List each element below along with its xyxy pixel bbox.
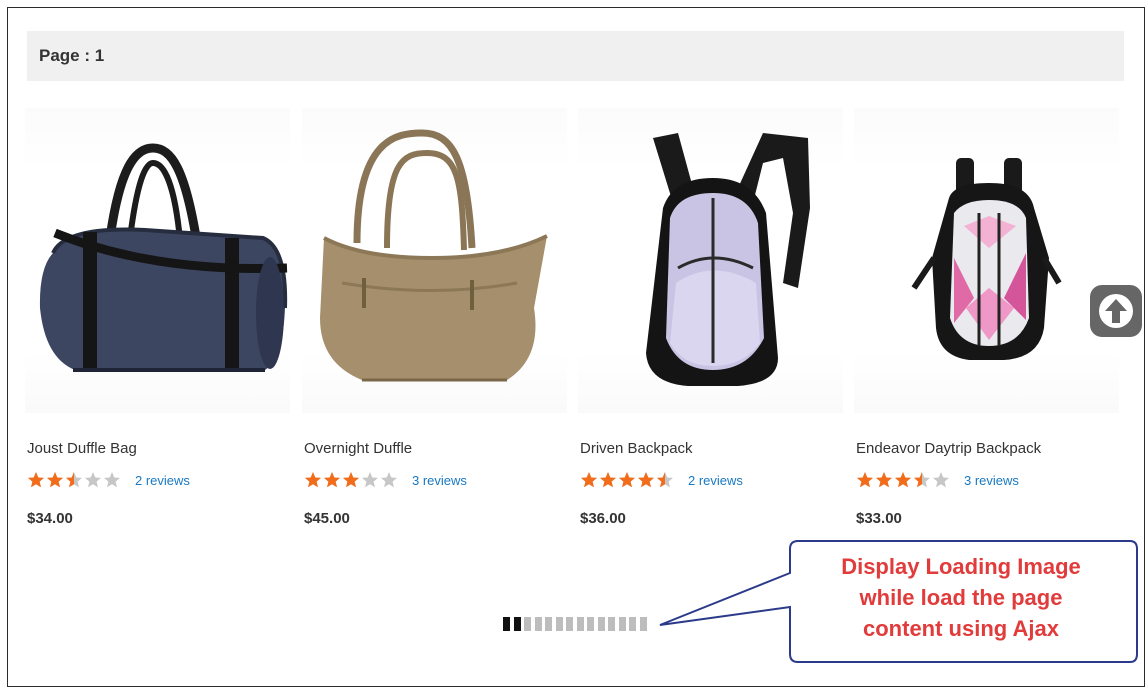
product-price: $34.00 <box>27 510 73 527</box>
loader-segment <box>513 617 521 631</box>
product-image-pink-backpack[interactable] <box>854 108 1119 413</box>
loader-segment <box>524 617 531 631</box>
reviews-link[interactable]: 2 reviews <box>135 473 190 488</box>
star-icon <box>638 472 654 488</box>
reviews-link[interactable]: 3 reviews <box>964 473 1019 488</box>
reviews-link[interactable]: 2 reviews <box>688 473 743 488</box>
star-icon <box>381 472 397 488</box>
product-image-tan-tote-bag[interactable] <box>302 108 567 413</box>
star-icon <box>581 472 597 488</box>
star-icon <box>895 472 911 488</box>
star-icon <box>362 472 378 488</box>
star-icon <box>104 472 120 488</box>
reviews-link[interactable]: 3 reviews <box>412 473 467 488</box>
loader-segment <box>555 617 563 631</box>
loader-segment <box>587 617 594 631</box>
loader-segment <box>503 617 510 631</box>
star-icon <box>657 472 673 488</box>
star-icon <box>324 472 340 488</box>
product-image-lavender-backpack[interactable] <box>578 108 843 413</box>
star-icon <box>28 472 44 488</box>
callout-text: Display Loading Image while load the pag… <box>785 541 1137 661</box>
loader-segment <box>534 617 542 631</box>
loader-segment <box>576 617 584 631</box>
product-image-duffle-bag[interactable] <box>25 108 290 413</box>
star-icon <box>343 472 359 488</box>
loader-segment <box>618 617 626 631</box>
product-name[interactable]: Overnight Duffle <box>304 440 412 457</box>
star-icon <box>66 472 82 488</box>
star-icon <box>47 472 63 488</box>
star-icon <box>305 472 321 488</box>
ajax-loading-indicator <box>503 617 653 631</box>
star-icon <box>857 472 873 488</box>
loader-segment <box>629 617 636 631</box>
scroll-to-top-button[interactable] <box>1090 285 1142 337</box>
product-price: $33.00 <box>856 510 902 527</box>
product-name[interactable]: Joust Duffle Bag <box>27 440 137 457</box>
loader-segment <box>597 617 605 631</box>
product-name[interactable]: Driven Backpack <box>580 440 693 457</box>
loader-segment <box>566 617 573 631</box>
product-grid: Joust Duffle Bag 2 reviews $34.00 Overni… <box>25 108 1125 528</box>
arrow-up-circle-icon <box>1099 294 1133 328</box>
callout-line: Display Loading Image <box>841 554 1081 579</box>
product-name[interactable]: Endeavor Daytrip Backpack <box>856 440 1041 457</box>
loader-segment <box>608 617 615 631</box>
star-icon <box>933 472 949 488</box>
product-price: $45.00 <box>304 510 350 527</box>
star-icon <box>600 472 616 488</box>
page-indicator-bar: Page : 1 <box>27 31 1124 81</box>
star-icon <box>85 472 101 488</box>
callout-line: while load the page <box>859 585 1063 610</box>
product-price: $36.00 <box>580 510 626 527</box>
page-label: Page : 1 <box>39 46 105 65</box>
callout-line: content using Ajax <box>863 616 1059 641</box>
star-icon <box>619 472 635 488</box>
loader-segment <box>545 617 552 631</box>
star-icon <box>876 472 892 488</box>
star-icon <box>914 472 930 488</box>
